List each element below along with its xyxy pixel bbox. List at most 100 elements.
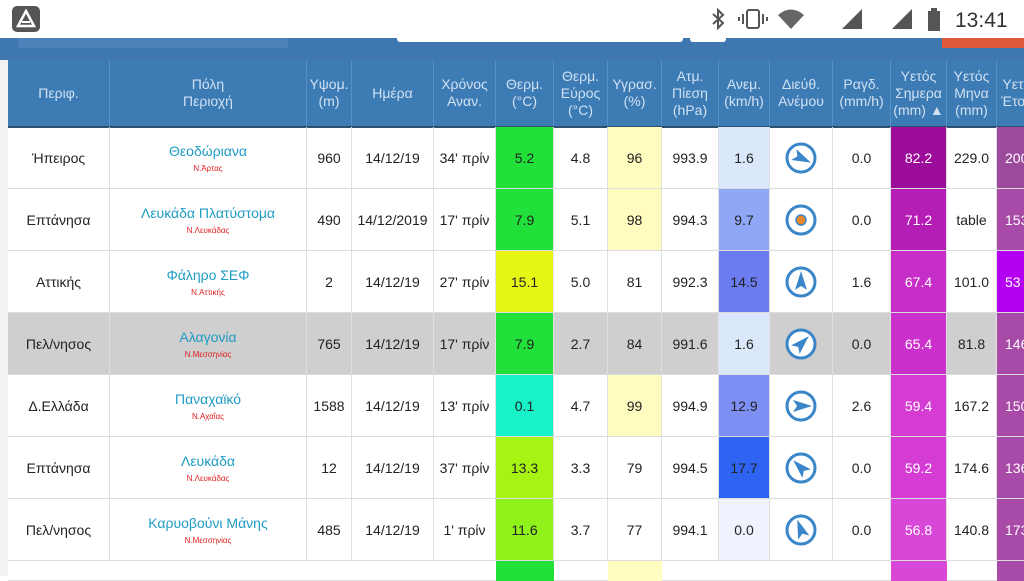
temperature-cell: 13.3 bbox=[496, 437, 554, 498]
menu-button[interactable] bbox=[942, 38, 1024, 48]
date-cell: 14/12/2019 bbox=[352, 189, 434, 250]
cell-fill bbox=[997, 561, 1024, 581]
wind-speed-cell: 12.9 bbox=[719, 375, 770, 436]
pressure-cell: 994.3 bbox=[662, 189, 719, 250]
region-cell: Επτάνησα bbox=[8, 437, 110, 498]
column-header-city[interactable]: Πόλη Περιοχή bbox=[110, 60, 307, 126]
rain-month-cell: 174.6 bbox=[947, 437, 997, 498]
column-header-humidity[interactable]: Υγρασ. (%) bbox=[608, 60, 662, 126]
column-header-label: Περιφ. bbox=[38, 84, 79, 101]
rain-rate-cell: 1.6 bbox=[833, 251, 891, 312]
region-cell: Πελ/νησος bbox=[8, 313, 110, 374]
cell-fill bbox=[891, 561, 947, 581]
column-header-label: Ημέρα bbox=[372, 84, 413, 101]
column-header-altitude[interactable]: Υψομ. (m) bbox=[307, 60, 352, 126]
city-link[interactable]: Φάληρο ΣΕΦ bbox=[167, 267, 250, 283]
signal-icon bbox=[892, 9, 912, 29]
vibrate-icon bbox=[738, 9, 768, 29]
city-cell: Λευκάδα Πλατύστομα Ν.Λευκάδας bbox=[110, 189, 307, 250]
rain-today-cell: 65.4 bbox=[891, 313, 947, 374]
rain-rate-cell: 0.0 bbox=[833, 437, 891, 498]
pressure-cell: 994.5 bbox=[662, 437, 719, 498]
column-header-wind-direction[interactable]: Διεύθ. Ανέμου bbox=[770, 60, 833, 126]
region-cell: Επτάνησα bbox=[8, 189, 110, 250]
column-header-rain-rate[interactable]: Ραγδ. (mm/h) bbox=[833, 60, 891, 126]
rain-month-cell: 140.8 bbox=[947, 499, 997, 560]
column-header-region[interactable]: Περιφ. bbox=[8, 60, 110, 126]
column-header-label: Διεύθ. Ανέμου bbox=[778, 76, 824, 109]
rain-today-cell: 59.4 bbox=[891, 375, 947, 436]
column-header-rain-year[interactable]: Υετός Έτους bbox=[997, 60, 1024, 126]
temperature-cell: 11.6 bbox=[496, 499, 554, 560]
rain-year-cell: 200 bbox=[997, 127, 1024, 188]
wind-speed-cell: 1.6 bbox=[719, 127, 770, 188]
column-header-update-time[interactable]: Χρόνος Αναν. bbox=[434, 60, 496, 126]
rain-today-cell: 56.8 bbox=[891, 499, 947, 560]
table-row[interactable]: Αττικής Φάληρο ΣΕΦ Ν.Αττικής 2 14/12/19 27' π… bbox=[8, 251, 1024, 313]
column-header-temperature[interactable]: Θερμ. (°C) bbox=[496, 60, 554, 126]
column-header-date[interactable]: Ημέρα bbox=[352, 60, 434, 126]
table-row[interactable] bbox=[8, 561, 1024, 581]
column-header-label: Υετός Μηνα (mm) bbox=[953, 67, 990, 118]
city-link[interactable]: Παναχαϊκό bbox=[175, 391, 241, 407]
app-logo-icon bbox=[12, 6, 40, 32]
update-time-cell: 1' πρίν bbox=[434, 499, 496, 560]
wind-direction-icon bbox=[785, 266, 817, 297]
city-cell: Παναχαϊκό Ν.Αχαΐας bbox=[110, 375, 307, 436]
battery-icon bbox=[928, 8, 940, 31]
pressure-cell: 992.3 bbox=[662, 251, 719, 312]
column-header-rain-today[interactable]: Υετός Σημερα (mm) ▲ bbox=[891, 60, 947, 126]
city-link[interactable]: Καρυοβούνι Μάνης bbox=[148, 515, 267, 531]
column-header-pressure[interactable]: Ατμ. Πίεση (hPa) bbox=[662, 60, 719, 126]
altitude-cell: 485 bbox=[307, 499, 352, 560]
humidity-cell: 77 bbox=[608, 499, 662, 560]
prefecture-label: Ν.Άρτας bbox=[193, 163, 223, 173]
humidity-cell: 99 bbox=[608, 375, 662, 436]
pressure-cell: 994.1 bbox=[662, 499, 719, 560]
temp-range-cell: 5.0 bbox=[554, 251, 608, 312]
temperature-cell: 5.2 bbox=[496, 127, 554, 188]
table-row[interactable]: Δ.Ελλάδα Παναχαϊκό Ν.Αχαΐας 1588 14/12/19 13'… bbox=[8, 375, 1024, 437]
rain-today-cell: 67.4 bbox=[891, 251, 947, 312]
rain-year-cell: 53 bbox=[997, 251, 1024, 312]
rain-year-cell: 153 bbox=[997, 189, 1024, 250]
rain-year-cell: 173 bbox=[997, 499, 1024, 560]
wind-direction-cell bbox=[770, 127, 833, 188]
humidity-cell: 79 bbox=[608, 437, 662, 498]
table-row[interactable]: Επτάνησα Λευκάδα Πλατύστομα Ν.Λευκάδας 490 1… bbox=[8, 189, 1024, 251]
column-header-wind-speed[interactable]: Ανεμ. (km/h) bbox=[719, 60, 770, 126]
search-button[interactable] bbox=[690, 38, 726, 42]
humidity-cell: 81 bbox=[608, 251, 662, 312]
city-link[interactable]: Αλαγονία bbox=[179, 329, 236, 345]
table-row[interactable]: Πελ/νησος Καρυοβούνι Μάνης Ν.Μεσσηνίας 485 1… bbox=[8, 499, 1024, 561]
rain-today-cell: 59.2 bbox=[891, 437, 947, 498]
date-cell: 14/12/19 bbox=[352, 437, 434, 498]
region-cell: Δ.Ελλάδα bbox=[8, 375, 110, 436]
cell-fill bbox=[496, 561, 554, 581]
column-header-temp-range[interactable]: Θερμ. Εύρος (°C) bbox=[554, 60, 608, 126]
altitude-cell: 1588 bbox=[307, 375, 352, 436]
wind-direction-icon bbox=[785, 204, 817, 235]
update-time-cell: 17' πρίν bbox=[434, 189, 496, 250]
table-row[interactable]: Ήπειρος Θεοδώριανα Ν.Άρτας 960 14/12/19 34' π… bbox=[8, 127, 1024, 189]
search-input[interactable] bbox=[397, 38, 683, 42]
city-link[interactable]: Θεοδώριανα bbox=[169, 143, 247, 159]
table-row[interactable]: Επτάνησα Λευκάδα Ν.Λευκάδας 12 14/12/19 37' π… bbox=[8, 437, 1024, 499]
site-logo[interactable] bbox=[18, 38, 288, 48]
prefecture-label: Ν.Αχαΐας bbox=[191, 411, 225, 421]
wind-direction-cell bbox=[770, 251, 833, 312]
rain-rate-cell: 0.0 bbox=[833, 127, 891, 188]
wind-direction-cell bbox=[770, 189, 833, 250]
signal-icon bbox=[842, 9, 862, 29]
update-time-cell: 27' πρίν bbox=[434, 251, 496, 312]
table-row[interactable]: Πελ/νησος Αλαγονία Ν.Μεσσηνίας 765 14/12/19 1… bbox=[8, 313, 1024, 375]
column-header-label: Θερμ. Εύρος (°C) bbox=[560, 67, 601, 118]
city-link[interactable]: Λευκάδα Πλατύστομα bbox=[141, 205, 275, 221]
city-cell: Φάληρο ΣΕΦ Ν.Αττικής bbox=[110, 251, 307, 312]
column-header-label: Ατμ. Πίεση (hPa) bbox=[672, 67, 708, 118]
city-link[interactable]: Λευκάδα bbox=[181, 453, 235, 469]
column-header-rain-month[interactable]: Υετός Μηνα (mm) bbox=[947, 60, 997, 126]
city-cell: Λευκάδα Ν.Λευκάδας bbox=[110, 437, 307, 498]
cell-fill bbox=[608, 561, 662, 581]
altitude-cell: 2 bbox=[307, 251, 352, 312]
